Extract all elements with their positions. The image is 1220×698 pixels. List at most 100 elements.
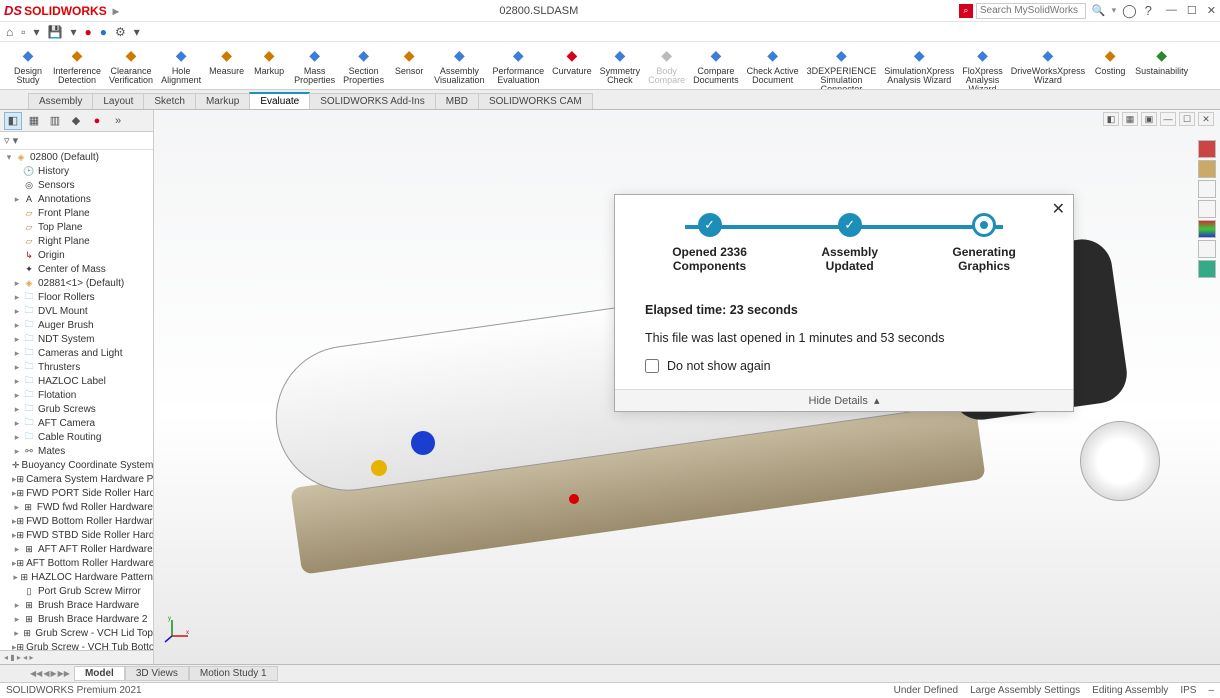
viewport-btn[interactable]: ▦ xyxy=(1122,112,1138,126)
tree-item[interactable]: ▸🗀Auger Brush xyxy=(0,318,153,332)
ribbon-item[interactable]: ◆3DEXPERIENCE Simulation Connector xyxy=(804,44,880,90)
tree-item[interactable]: ▱Front Plane xyxy=(0,206,153,220)
taskpane-view-palette-icon[interactable] xyxy=(1198,200,1216,218)
tree-item[interactable]: ▸🗀Floor Rollers xyxy=(0,290,153,304)
feature-manager-tab-icon[interactable]: ◧ xyxy=(4,112,22,130)
command-tab[interactable]: SOLIDWORKS CAM xyxy=(478,93,593,109)
tree-item[interactable]: ▸⊞AFT AFT Roller Hardware xyxy=(0,542,153,556)
taskpane-forum-icon[interactable] xyxy=(1198,260,1216,278)
viewport-max-icon[interactable]: ☐ xyxy=(1179,112,1195,126)
save-icon[interactable]: 💾 xyxy=(48,25,63,39)
tree-item[interactable]: ▸🗀Flotation xyxy=(0,388,153,402)
open-icon[interactable]: ▾ xyxy=(34,25,40,39)
tree-item[interactable]: ▸⊞Grub Screw - VCH Lid Top xyxy=(0,626,153,640)
rebuild-icon[interactable]: ● xyxy=(85,25,92,39)
tree-item[interactable]: ▸⊞FWD STBD Side Roller Hardware xyxy=(0,528,153,542)
ribbon-item[interactable]: ◆Costing xyxy=(1090,44,1130,76)
dim-xpert-tab-icon[interactable]: ◆ xyxy=(67,112,85,130)
tree-item[interactable]: ✦Center of Mass xyxy=(0,262,153,276)
ribbon-item[interactable]: ◆Assembly Visualization xyxy=(431,44,487,85)
tree-item[interactable]: ▸🗀Grub Screws xyxy=(0,402,153,416)
ribbon-item[interactable]: ◆Section Properties xyxy=(340,44,387,85)
tree-item[interactable]: ▸🗀AFT Camera xyxy=(0,416,153,430)
help-icon[interactable]: ? xyxy=(1145,3,1152,19)
motion-tab[interactable]: Model xyxy=(74,666,125,681)
viewport-close-icon[interactable]: ✕ xyxy=(1198,112,1214,126)
ribbon-item[interactable]: ◆Sustainability xyxy=(1132,44,1191,76)
command-tab[interactable]: Evaluate xyxy=(249,92,310,109)
tree-item[interactable]: ▸🗀Thrusters xyxy=(0,360,153,374)
do-not-show-checkbox[interactable]: Do not show again xyxy=(645,359,1043,373)
ribbon-item[interactable]: ◆Compare Documents xyxy=(690,44,742,85)
graphics-viewport[interactable]: ◧ ▦ ▣ — ☐ ✕ square ⤢ ROBOT xyxy=(154,110,1220,664)
user-icon[interactable]: ◯ xyxy=(1122,3,1137,19)
settings-icon[interactable]: ⚙ xyxy=(115,25,126,39)
tree-item[interactable]: ▸⊞Brush Brace Hardware 2 xyxy=(0,612,153,626)
ribbon-item[interactable]: ◆DriveWorksXpress Wizard xyxy=(1008,44,1088,85)
taskpane-file-explorer-icon[interactable] xyxy=(1198,180,1216,198)
ribbon-item[interactable]: ◆Design Study xyxy=(8,44,48,85)
ribbon-item[interactable]: ◆Check Active Document xyxy=(744,44,802,85)
tree-item[interactable]: ▸⊞AFT Bottom Roller Hardware HD xyxy=(0,556,153,570)
motion-tab[interactable]: 3D Views xyxy=(125,666,189,681)
command-tab[interactable]: SOLIDWORKS Add-Ins xyxy=(309,93,435,109)
minimize-icon[interactable]: — xyxy=(1166,4,1177,17)
tree-item[interactable]: ▸⊞Brush Brace Hardware xyxy=(0,598,153,612)
tree-item[interactable]: ▸⊞Grub Screw - VCH Tub Bottom xyxy=(0,640,153,650)
ribbon-item[interactable]: ◆Clearance Verification xyxy=(106,44,156,85)
home-icon[interactable]: ⌂ xyxy=(6,25,13,39)
tree-item[interactable]: ▸🗀HAZLOC Label xyxy=(0,374,153,388)
ribbon-item[interactable]: ◆Measure xyxy=(206,44,247,76)
tree-item[interactable]: ▱Top Plane xyxy=(0,220,153,234)
taskpane-design-library-icon[interactable] xyxy=(1198,160,1216,178)
new-icon[interactable]: ▫ xyxy=(21,25,25,39)
print-icon[interactable]: ▾ xyxy=(71,25,77,39)
tree-item[interactable]: ▸⊞FWD PORT Side Roller Hardware xyxy=(0,486,153,500)
motion-tab[interactable]: Motion Study 1 xyxy=(189,666,278,681)
command-tab[interactable]: Assembly xyxy=(28,93,93,109)
feature-tree[interactable]: ▾◈ 02800 (Default) 🕑History◎Sensors▸AAnn… xyxy=(0,150,153,650)
ribbon-item[interactable]: ◆Mass Properties xyxy=(291,44,338,85)
configuration-manager-tab-icon[interactable]: ▥ xyxy=(46,112,64,130)
tree-scrollbar[interactable]: ◂ ▮ ▸ ◂ ▸ xyxy=(0,650,153,664)
tree-item[interactable]: ▸⊞Camera System Hardware Pattern xyxy=(0,472,153,486)
orientation-triad-icon[interactable]: x y xyxy=(164,614,194,644)
tree-item[interactable]: ▱Right Plane xyxy=(0,234,153,248)
viewport-btn[interactable]: ◧ xyxy=(1103,112,1119,126)
tree-item[interactable]: ▸⚯Mates xyxy=(0,444,153,458)
maximize-icon[interactable]: ☐ xyxy=(1187,4,1197,17)
viewport-min-icon[interactable]: — xyxy=(1160,112,1176,126)
ribbon-item[interactable]: ◆FloXpress Analysis Wizard xyxy=(959,44,1006,90)
ribbon-item[interactable]: ◆Sensor xyxy=(389,44,429,76)
viewport-btn[interactable]: ▣ xyxy=(1141,112,1157,126)
ribbon-item[interactable]: ◆Markup xyxy=(249,44,289,76)
taskpane-appearances-icon[interactable] xyxy=(1198,220,1216,238)
command-tab[interactable]: MBD xyxy=(435,93,479,109)
tree-item[interactable]: ↳Origin xyxy=(0,248,153,262)
tree-item[interactable]: ▸⊞FWD Bottom Roller Hardware xyxy=(0,514,153,528)
tree-item[interactable]: ▸◈02881<1> (Default) xyxy=(0,276,153,290)
more-icon[interactable]: ▾ xyxy=(134,25,140,39)
search-icon[interactable]: 🔍 xyxy=(1092,4,1106,17)
tree-item[interactable]: ▸AAnnotations xyxy=(0,192,153,206)
tree-item[interactable]: ▸⊞FWD fwd Roller Hardware xyxy=(0,500,153,514)
tree-more-icon[interactable]: » xyxy=(109,112,127,130)
command-tab[interactable]: Sketch xyxy=(143,93,196,109)
property-manager-tab-icon[interactable]: ▦ xyxy=(25,112,43,130)
ribbon-item[interactable]: ◆Hole Alignment xyxy=(158,44,204,85)
tree-item[interactable]: ▸🗀Cable Routing xyxy=(0,430,153,444)
hide-details-button[interactable]: Hide Details ▴ xyxy=(615,389,1073,411)
command-tab[interactable]: Markup xyxy=(195,93,250,109)
ribbon-item[interactable]: ◆Curvature xyxy=(549,44,595,76)
ribbon-item[interactable]: ◆SimulationXpress Analysis Wizard xyxy=(881,44,957,85)
tree-item[interactable]: ▯Port Grub Screw Mirror xyxy=(0,584,153,598)
ribbon-item[interactable]: ◆Symmetry Check xyxy=(597,44,644,85)
close-icon[interactable]: ✕ xyxy=(1207,4,1216,17)
tree-item[interactable]: ▸🗀DVL Mount xyxy=(0,304,153,318)
do-not-show-input[interactable] xyxy=(645,359,659,373)
ribbon-item[interactable]: ◆Performance Evaluation xyxy=(490,44,548,85)
tree-item[interactable]: ✛Buoyancy Coordinate System +X xyxy=(0,458,153,472)
taskpane-resources-icon[interactable] xyxy=(1198,140,1216,158)
tree-item[interactable]: 🕑History xyxy=(0,164,153,178)
command-tab[interactable]: Layout xyxy=(92,93,144,109)
